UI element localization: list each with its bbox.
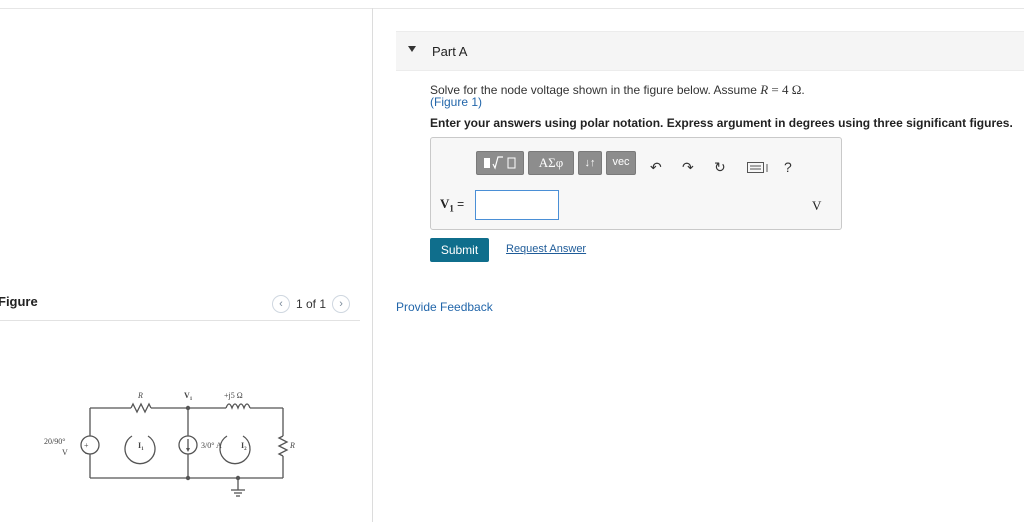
collapse-caret-icon[interactable] [408, 46, 416, 52]
resistor-top-label: R [137, 391, 143, 400]
part-title[interactable]: Part A [432, 44, 467, 59]
resistor-right [277, 435, 289, 457]
request-answer-link[interactable]: Request Answer [506, 243, 586, 255]
keyboard-icon[interactable] [747, 161, 769, 177]
problem-var: R [760, 82, 769, 97]
figure-link[interactable]: (Figure 1) [430, 95, 482, 109]
column-divider [372, 8, 373, 522]
chevron-left-icon[interactable]: ‹ [272, 295, 290, 313]
undo-icon[interactable]: ↶ [650, 159, 662, 176]
reset-icon[interactable]: ↻ [714, 159, 726, 176]
top-divider [0, 8, 1024, 9]
inductor-coil [225, 403, 251, 410]
part-header[interactable] [396, 31, 1024, 71]
instructions: Enter your answers using polar notation.… [430, 116, 1013, 130]
provide-feedback-link[interactable]: Provide Feedback [396, 300, 493, 314]
svg-text:−: − [85, 450, 89, 458]
svg-text:V: V [62, 448, 68, 457]
mesh1-sub: 1 [141, 447, 144, 452]
problem-eq: = 4 Ω [768, 82, 802, 97]
var-name: V [440, 196, 450, 211]
help-icon[interactable]: ? [784, 159, 792, 175]
resistor-top [130, 402, 152, 414]
arrows-button[interactable]: ↓↑ [578, 151, 602, 175]
resistor-right-label: R [289, 441, 295, 450]
figure-pager: ‹ 1 of 1 › [272, 294, 351, 314]
svg-text:20/90°: 20/90° [44, 437, 65, 446]
submit-button[interactable]: Submit [430, 238, 489, 262]
greek-symbols-button[interactable]: ΑΣφ [528, 151, 574, 175]
answer-variable: V1 = [440, 196, 464, 214]
var-sub: 1 [449, 203, 454, 214]
chevron-right-icon[interactable]: › [332, 295, 351, 313]
svg-text:V1: V1 [184, 391, 193, 402]
templates-icon[interactable] [476, 151, 524, 175]
redo-icon[interactable]: ↷ [682, 159, 694, 176]
problem-statement: Solve for the node voltage shown in the … [430, 82, 805, 98]
figure-divider [0, 320, 360, 321]
equals-sign: = [457, 197, 465, 211]
svg-text:+: + [84, 441, 89, 450]
svg-text:R: R [289, 441, 295, 450]
svg-text:+j5 Ω: +j5 Ω [224, 391, 243, 400]
current-source-label: 3/0° A [201, 441, 222, 450]
templates-glyph [484, 156, 516, 170]
inductor-label: +j5 Ω [224, 391, 243, 400]
circuit-diagram: + − 20/90° V R V1 +j5 Ω I1 3/0° A I2 R [44, 391, 295, 497]
svg-text:R: R [137, 391, 143, 400]
vec-button[interactable]: vec [606, 151, 636, 175]
mesh2-sub: 2 [244, 447, 247, 452]
problem-end: . [801, 83, 805, 97]
answer-unit: V [812, 198, 822, 213]
figure-panel-title: Figure [0, 294, 38, 309]
pager-text: 1 of 1 [296, 297, 327, 311]
source-unit: V [62, 448, 68, 457]
math-toolbar: ΑΣφ ↓↑ vec [476, 151, 640, 175]
svg-text:3/0° A: 3/0° A [201, 441, 222, 450]
node-v1-sub: 1 [190, 397, 193, 402]
answer-input[interactable] [475, 190, 559, 220]
svg-text:I1: I1 [138, 441, 144, 452]
source-label: 20/90° [44, 437, 65, 446]
svg-text:I2: I2 [241, 441, 247, 452]
